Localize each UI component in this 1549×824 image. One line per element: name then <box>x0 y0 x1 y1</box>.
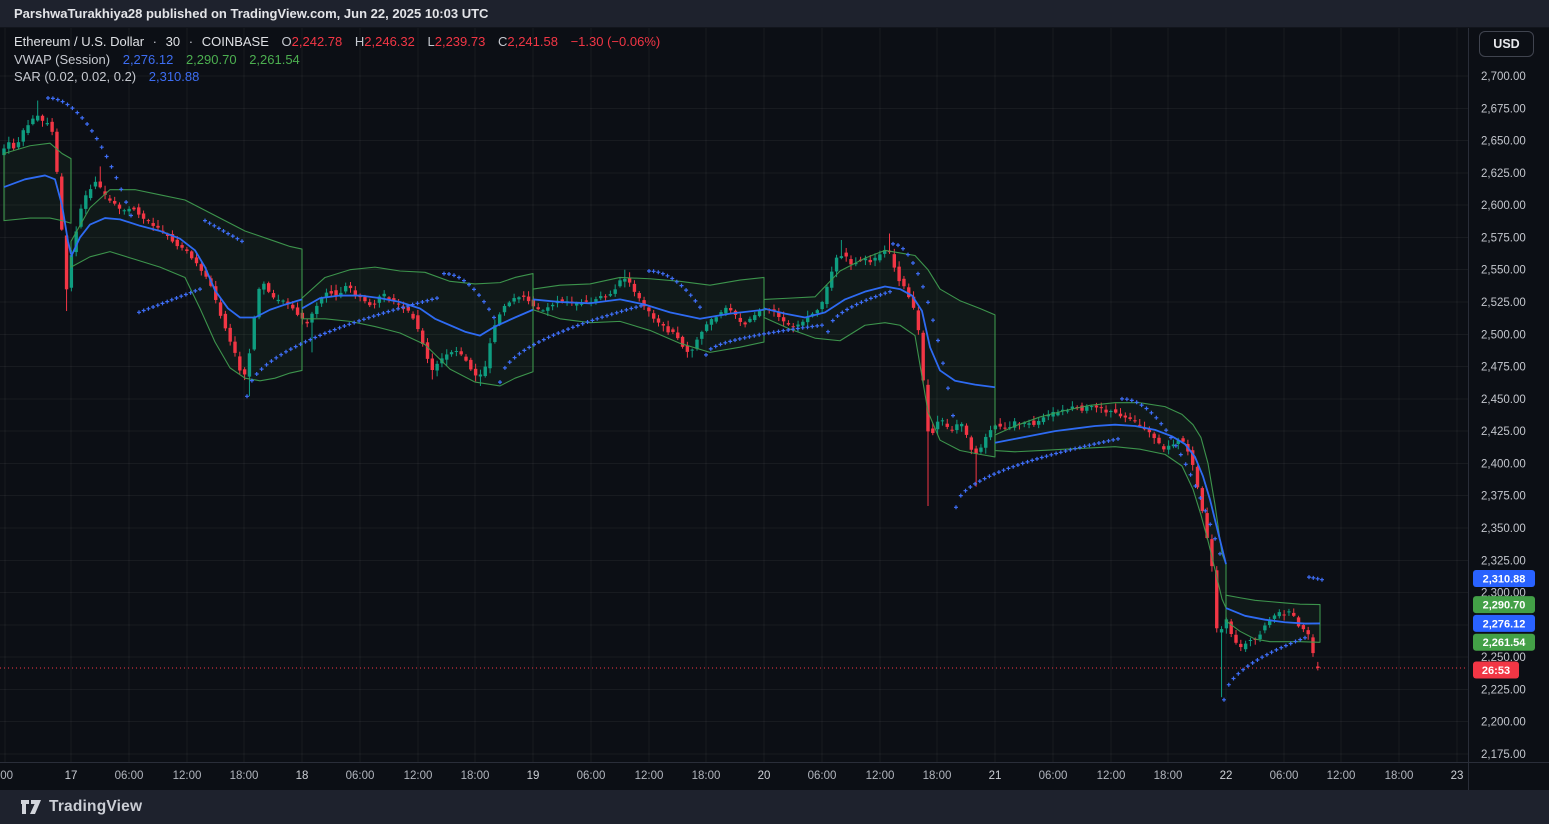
time-axis-label: 17 <box>65 770 78 782</box>
separator: · <box>152 34 158 49</box>
time-axis-label: 19 <box>527 770 540 782</box>
tradingview-published-chart: 2,700.00 2,675.00 2,650.00 2,625.00 2,600.00… <box>0 0 1549 824</box>
price-axis-label: 2,325.00 <box>1481 555 1526 567</box>
close-label: C <box>497 34 508 49</box>
time-axis-label: 18:00 <box>1385 770 1414 782</box>
time-axis-label: 06:00 <box>577 770 606 782</box>
time-axis-label: 12:00 <box>1327 770 1356 782</box>
change-value: −1.30 (−0.06%) <box>570 34 661 49</box>
indicator-price-badge-label: 2,310.88 <box>1483 574 1526 586</box>
price-axis-label: 2,425.00 <box>1481 426 1526 438</box>
price-axis-label: 2,700.00 <box>1481 71 1526 83</box>
time-axis-label: 12:00 <box>173 770 202 782</box>
time-axis[interactable]: :00 17 06:00 12:00 18:00 18 06:00 12:00 18:00 19 0… <box>0 770 1463 782</box>
price-axis-label: 2,225.00 <box>1481 684 1526 696</box>
price-axis-label: 2,625.00 <box>1481 168 1526 180</box>
low-value: 2,239.73 <box>434 34 486 49</box>
publish-info-bar: ParshwaTurakhiya28 published on TradingV… <box>0 0 1549 28</box>
time-axis-label: 12:00 <box>866 770 895 782</box>
time-axis-label: 06:00 <box>115 770 144 782</box>
vwap-label: VWAP (Session) <box>14 51 111 67</box>
price-axis-label: 2,650.00 <box>1481 136 1526 148</box>
open-value: 2,242.78 <box>291 34 343 49</box>
chart-legend: Ethereum / U.S. Dollar · 30 · COINBASE O… <box>14 33 660 86</box>
time-axis-label: 22 <box>1220 770 1233 782</box>
price-axis-label: 2,375.00 <box>1481 491 1526 503</box>
high-label: H <box>354 34 365 49</box>
sar-label: SAR (0.02, 0.02, 0.2) <box>14 69 137 84</box>
publish-text: ParshwaTurakhiya28 published on TradingV… <box>14 6 489 21</box>
time-axis-label: 12:00 <box>635 770 664 782</box>
indicator-price-badge-label: 2,261.54 <box>1483 637 1527 649</box>
vwap-band-fill <box>4 143 1320 643</box>
time-axis-label: 06:00 <box>808 770 837 782</box>
indicator-price-badge-label: 2,276.12 <box>1483 618 1526 630</box>
vwap-upper-band-value: 2,290.70 <box>185 51 237 67</box>
time-axis-label: 06:00 <box>1039 770 1068 782</box>
vwap-value: 2,276.12 <box>122 51 174 67</box>
legend-symbol-row[interactable]: Ethereum / U.S. Dollar · 30 · COINBASE O… <box>14 33 660 51</box>
grid-lines <box>0 28 1468 762</box>
open-label: O <box>281 34 292 49</box>
time-axis-label: 20 <box>758 770 771 782</box>
separator: · <box>188 34 194 49</box>
bar-countdown-label: 26:53 <box>1482 665 1510 677</box>
price-axis-label: 2,400.00 <box>1481 458 1526 470</box>
tradingview-logo-icon[interactable] <box>20 798 42 816</box>
footer-bar: TradingView <box>0 790 1549 824</box>
time-axis-label: 18:00 <box>230 770 259 782</box>
time-axis-label: 18:00 <box>461 770 490 782</box>
price-axis-label: 2,550.00 <box>1481 265 1526 277</box>
time-axis-label: 18:00 <box>1154 770 1183 782</box>
sar-value: 2,310.88 <box>148 69 200 84</box>
legend-vwap-row[interactable]: VWAP (Session) 2,276.12 2,290.70 2,261.5… <box>14 51 660 69</box>
time-axis-label: 18:00 <box>692 770 721 782</box>
pane-borders <box>0 28 1549 790</box>
price-axis-label: 2,350.00 <box>1481 523 1526 535</box>
vwap-lower-band-value: 2,261.54 <box>249 51 300 67</box>
price-axis-label: 2,175.00 <box>1481 749 1526 761</box>
legend-sar-row[interactable]: SAR (0.02, 0.02, 0.2) 2,310.88 <box>14 68 660 86</box>
time-axis-label: 12:00 <box>1097 770 1126 782</box>
time-axis-label: 23 <box>1451 770 1464 782</box>
price-axis-label: 2,600.00 <box>1481 200 1526 212</box>
price-axis-label: 2,450.00 <box>1481 394 1526 406</box>
price-axis-label: 2,500.00 <box>1481 329 1526 341</box>
price-axis-label: 2,675.00 <box>1481 103 1526 115</box>
price-axis-label: 2,525.00 <box>1481 297 1526 309</box>
interval[interactable]: 30 <box>166 34 180 49</box>
time-axis-label: 21 <box>989 770 1002 782</box>
price-axis-label: 2,200.00 <box>1481 717 1526 729</box>
tradingview-brand-link[interactable]: TradingView <box>49 798 142 816</box>
close-value: 2,241.58 <box>507 34 558 49</box>
high-value: 2,246.32 <box>364 34 415 49</box>
exchange: COINBASE <box>201 34 269 49</box>
time-axis-label: 06:00 <box>346 770 375 782</box>
low-label: L <box>427 34 435 49</box>
price-axis-label: 2,475.00 <box>1481 362 1526 374</box>
price-axis-label: 2,575.00 <box>1481 232 1526 244</box>
time-axis-label: :00 <box>0 770 13 782</box>
time-axis-label: 12:00 <box>404 770 433 782</box>
time-axis-label: 18:00 <box>923 770 952 782</box>
price-chart[interactable]: 2,700.00 2,675.00 2,650.00 2,625.00 2,600.00… <box>0 0 1549 824</box>
price-axis[interactable]: 2,700.00 2,675.00 2,650.00 2,625.00 2,600.00… <box>1481 71 1526 761</box>
symbol-title: Ethereum / U.S. Dollar <box>14 34 145 49</box>
time-axis-label: 06:00 <box>1270 770 1299 782</box>
indicator-price-badge-label: 2,290.70 <box>1483 600 1526 612</box>
time-axis-label: 18 <box>296 770 309 782</box>
currency-toggle-button[interactable]: USD <box>1479 31 1534 57</box>
